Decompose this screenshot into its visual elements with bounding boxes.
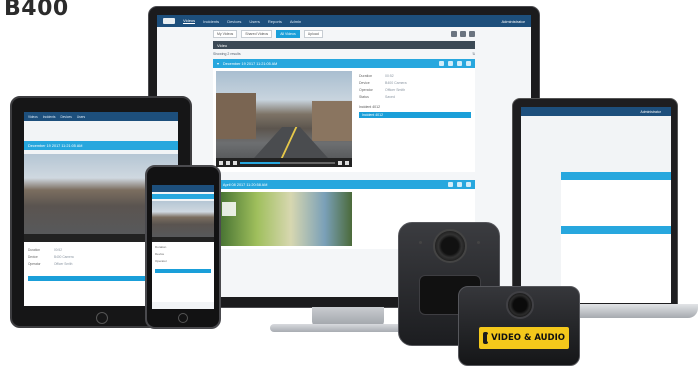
play-icon[interactable] [222, 202, 236, 216]
all-videos-button[interactable]: All Videos [276, 30, 300, 38]
app-top-nav: Videos Incidents Devices Users Reports A… [157, 15, 531, 27]
phone-top-nav [152, 185, 214, 192]
download-icon[interactable] [457, 182, 462, 187]
associated-incident[interactable]: Incident 4012 [359, 112, 471, 118]
edit-icon[interactable] [457, 61, 462, 66]
shared-videos-button[interactable]: Shared Videos [241, 30, 273, 38]
recording-metadata: Duration 00:52 Device B400 Camera Operator… [355, 68, 475, 172]
player-controls [216, 158, 352, 167]
laptop-recording-header[interactable] [561, 172, 671, 180]
nav-devices[interactable]: Devices [227, 19, 241, 24]
video-audio-badge: VIDEO & AUDIO [479, 327, 569, 349]
upload-button[interactable]: Upload [303, 30, 323, 38]
app-logo [163, 18, 175, 24]
grid-view-icon[interactable] [451, 31, 457, 37]
chevron-down-icon[interactable]: ▾ [217, 61, 219, 66]
tablet-home-button[interactable] [96, 312, 108, 324]
tablet-nav-users[interactable]: Users [77, 115, 85, 119]
nav-incidents[interactable]: Incidents [203, 19, 219, 24]
laptop-top-nav[interactable]: Administrator [521, 107, 671, 116]
phone-metadata: Duration Device Operator [152, 242, 214, 302]
recording-body: Duration 00:52 Device B400 Camera Operator… [213, 68, 475, 172]
laptop: Administrator [512, 98, 678, 306]
laptop-recording-header-2[interactable] [561, 226, 671, 234]
volume-icon[interactable] [338, 160, 342, 165]
stop-icon[interactable] [226, 160, 230, 165]
recording-2-header[interactable]: ▾ April 08 2017 11:20:58 AM [213, 180, 475, 189]
video-thumbnail[interactable] [216, 192, 352, 246]
share-icon[interactable] [448, 182, 453, 187]
sort-icon[interactable]: ⇅ [472, 52, 475, 56]
settings-icon[interactable] [469, 31, 475, 37]
nav-users[interactable]: Users [249, 19, 259, 24]
smartphone: Duration Device Operator [145, 165, 221, 329]
phone-home-button[interactable] [178, 313, 188, 323]
list-view-icon[interactable] [460, 31, 466, 37]
share-icon[interactable] [439, 61, 444, 66]
tablet-nav-devices[interactable]: Devices [60, 115, 71, 119]
delete-icon[interactable] [466, 61, 471, 66]
page-heading: B400 [4, 0, 69, 21]
nav-videos[interactable]: Videos [183, 18, 196, 24]
tablet-top-nav: Videos Incidents Devices Users [24, 112, 178, 121]
tablet-nav-videos[interactable]: Videos [28, 115, 38, 119]
status-led [419, 241, 422, 244]
recording-header[interactable]: ▾ December 19 2017 11:21:05 AM [213, 59, 475, 68]
view-controls [451, 31, 475, 37]
badge-text: VIDEO & AUDIO [491, 333, 565, 343]
laptop-screen: Administrator [521, 107, 671, 303]
video-progress[interactable] [240, 161, 335, 164]
section-header: Video [213, 41, 475, 49]
video-camera-icon [483, 332, 489, 344]
my-videos-button[interactable]: My Videos [213, 30, 238, 38]
download-icon[interactable] [448, 61, 453, 66]
results-info: Showing 2 results ⇅ [213, 49, 475, 59]
associated-label: Incident 4012 [359, 105, 381, 109]
tablet-nav-incidents[interactable]: Incidents [43, 115, 56, 119]
status-led [477, 241, 480, 244]
camera-lens [506, 291, 534, 319]
tablet-recording-header[interactable]: December 19 2017 11:21:05 AM [24, 141, 178, 150]
edit-icon[interactable] [466, 182, 471, 187]
phone-screen: Duration Device Operator [152, 185, 214, 309]
body-camera-front: VIDEO & AUDIO [458, 286, 580, 366]
skip-icon[interactable] [233, 160, 237, 165]
result-count: Showing 2 results [213, 52, 241, 56]
user-menu[interactable]: Administrator [501, 19, 525, 24]
camera-lens [433, 229, 467, 263]
video-toolbar: My Videos Shared Videos All Videos Uploa… [157, 27, 531, 41]
nav-admin[interactable]: Admin [290, 19, 301, 24]
phone-recording-header[interactable] [152, 194, 214, 199]
recording-2-title: April 08 2017 11:20:58 AM [222, 182, 268, 187]
phone-video-player[interactable] [152, 201, 214, 237]
fullscreen-icon[interactable] [345, 160, 349, 165]
play-icon[interactable] [219, 160, 223, 165]
video-player[interactable] [216, 71, 352, 167]
recording-title: December 19 2017 11:21:05 AM [222, 61, 278, 66]
nav-reports[interactable]: Reports [268, 19, 282, 24]
